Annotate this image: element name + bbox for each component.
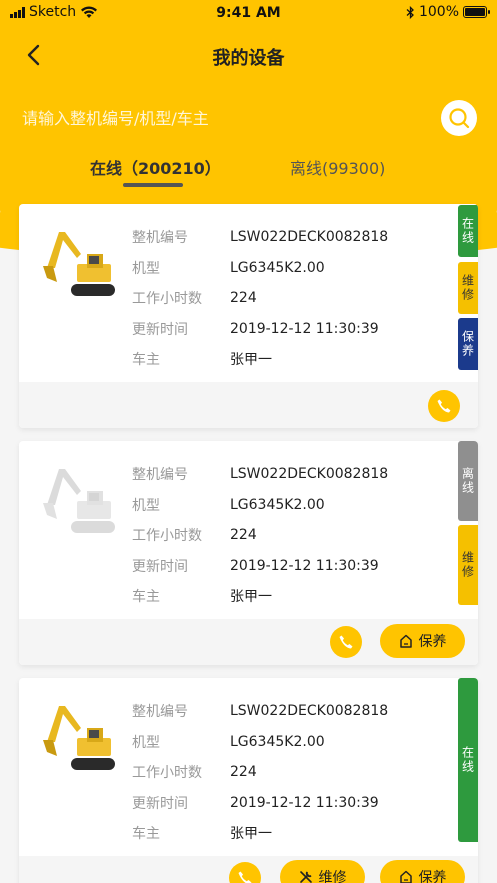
owner-value: 张甲一 bbox=[230, 352, 272, 369]
excavator-image bbox=[43, 232, 115, 296]
maintain-button[interactable]: 保养 bbox=[380, 624, 465, 658]
status-bar: Sketch 9:41 AM 100% bbox=[0, 0, 497, 26]
updated-label: 更新时间 bbox=[132, 558, 188, 575]
status-tag-online: 在线 bbox=[458, 678, 478, 842]
battery-percent: 100% bbox=[418, 4, 459, 20]
device-card-footer: 保养 bbox=[19, 619, 478, 665]
serial-value: LSW022DECK0082818 bbox=[230, 229, 389, 246]
device-card-body: 整机编号 LSW022DECK0082818 机型 LG6345K2.00 工作小时… bbox=[19, 441, 478, 619]
model-label: 机型 bbox=[132, 734, 160, 751]
page-title: 我的设备 bbox=[212, 48, 285, 69]
device-card[interactable]: 整机编号 LSW022DECK0082818 机型 LG6345K2.00 工作小时… bbox=[19, 204, 478, 428]
battery-icon bbox=[463, 6, 490, 18]
device-card-footer bbox=[19, 382, 478, 428]
wrench-icon bbox=[299, 871, 312, 883]
device-fields: 整机编号 LSW022DECK0082818 机型 LG6345K2.00 工作小时… bbox=[132, 222, 388, 375]
hours-label: 工作小时数 bbox=[132, 765, 202, 782]
house-icon bbox=[399, 870, 412, 883]
call-button[interactable] bbox=[428, 390, 460, 422]
serial-label: 整机编号 bbox=[132, 467, 188, 484]
status-tag-online: 在线 bbox=[458, 205, 478, 257]
call-button[interactable] bbox=[229, 862, 261, 883]
search-icon bbox=[449, 108, 470, 129]
device-card-footer: 维修 保养 bbox=[19, 856, 478, 883]
maintain-label: 保养 bbox=[418, 634, 447, 650]
owner-label: 车主 bbox=[132, 589, 160, 606]
hours-label: 工作小时数 bbox=[132, 528, 202, 545]
status-tabs: 在线（200210） 离线(99300) bbox=[0, 155, 497, 191]
status-tag-repair: 维修 bbox=[458, 525, 478, 605]
maintain-button[interactable]: 保养 bbox=[380, 860, 465, 883]
status-tag-offline: 离线 bbox=[458, 441, 478, 521]
status-right: 100% bbox=[406, 4, 490, 20]
device-card[interactable]: 整机编号 LSW022DECK0082818 机型 LG6345K2.00 工作小时… bbox=[19, 441, 478, 665]
updated-value: 2019-12-12 11:30:39 bbox=[230, 557, 379, 574]
owner-label: 车主 bbox=[132, 826, 160, 843]
phone-icon bbox=[238, 871, 252, 883]
tab-online[interactable]: 在线（200210） bbox=[90, 155, 221, 179]
hours-value: 224 bbox=[230, 527, 257, 544]
device-fields: 整机编号 LSW022DECK0082818 机型 LG6345K2.00 工作小时… bbox=[132, 459, 388, 612]
owner-value: 张甲一 bbox=[230, 826, 272, 843]
updated-value: 2019-12-12 11:30:39 bbox=[230, 320, 379, 337]
phone-icon bbox=[339, 635, 353, 649]
tab-indicator bbox=[123, 183, 183, 187]
owner-label: 车主 bbox=[132, 352, 160, 369]
device-card-body: 整机编号 LSW022DECK0082818 机型 LG6345K2.00 工作小时… bbox=[19, 678, 478, 856]
status-tag-repair: 维修 bbox=[458, 262, 478, 314]
model-label: 机型 bbox=[132, 260, 160, 277]
hours-value: 224 bbox=[230, 764, 257, 781]
repair-button[interactable]: 维修 bbox=[280, 860, 365, 883]
excavator-image bbox=[43, 706, 115, 770]
model-value: LG6345K2.00 bbox=[230, 733, 325, 750]
device-card[interactable]: 整机编号 LSW022DECK0082818 机型 LG6345K2.00 工作小时… bbox=[19, 678, 478, 883]
hours-value: 224 bbox=[230, 290, 257, 307]
hours-label: 工作小时数 bbox=[132, 291, 202, 308]
phone-icon bbox=[437, 399, 451, 413]
serial-value: LSW022DECK0082818 bbox=[230, 703, 389, 720]
house-icon bbox=[399, 634, 412, 648]
search-bar bbox=[22, 100, 477, 140]
serial-value: LSW022DECK0082818 bbox=[230, 466, 389, 483]
updated-label: 更新时间 bbox=[132, 321, 188, 338]
device-card-body: 整机编号 LSW022DECK0082818 机型 LG6345K2.00 工作小时… bbox=[19, 204, 478, 382]
nav-bar: 我的设备 bbox=[0, 30, 497, 80]
owner-value: 张甲一 bbox=[230, 589, 272, 606]
search-button[interactable] bbox=[441, 100, 477, 136]
model-value: LG6345K2.00 bbox=[230, 259, 325, 276]
bluetooth-icon bbox=[406, 5, 414, 19]
model-value: LG6345K2.00 bbox=[230, 496, 325, 513]
updated-value: 2019-12-12 11:30:39 bbox=[230, 794, 379, 811]
model-label: 机型 bbox=[132, 497, 160, 514]
serial-label: 整机编号 bbox=[132, 230, 188, 247]
maintain-label: 保养 bbox=[418, 870, 447, 883]
call-button[interactable] bbox=[330, 626, 362, 658]
updated-label: 更新时间 bbox=[132, 795, 188, 812]
status-tag-maintain: 保养 bbox=[458, 318, 478, 370]
repair-label: 维修 bbox=[318, 870, 347, 883]
tab-offline[interactable]: 离线(99300) bbox=[290, 155, 385, 179]
excavator-image bbox=[43, 469, 115, 533]
search-input[interactable] bbox=[22, 100, 422, 136]
device-fields: 整机编号 LSW022DECK0082818 机型 LG6345K2.00 工作小时… bbox=[132, 696, 388, 849]
serial-label: 整机编号 bbox=[132, 704, 188, 721]
